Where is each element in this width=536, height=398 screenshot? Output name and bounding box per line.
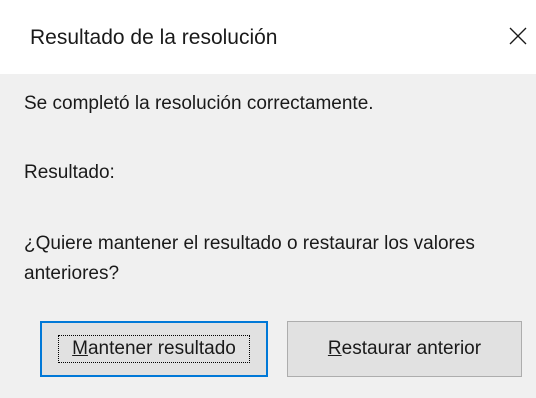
question-text: ¿Quiere mantener el resultado o restaura… [24, 233, 475, 284]
result-label: Resultado: [24, 162, 115, 183]
keep-result-button[interactable]: Mantener resultado [40, 321, 268, 377]
focus-ring [58, 335, 250, 363]
restore-label: estaurar anterior [341, 338, 482, 359]
close-icon [509, 27, 527, 45]
dialog-content: Se completó la resolución correctamente.… [0, 74, 536, 398]
dialog-title: Resultado de la resolución [30, 26, 278, 49]
solve-result-dialog: Resultado de la resolución Se completó l… [0, 0, 536, 398]
restore-previous-button[interactable]: Restaurar anterior [287, 321, 522, 377]
success-message: Se completó la resolución correctamente. [24, 93, 374, 114]
close-button[interactable] [500, 18, 536, 54]
title-bar: Resultado de la resolución [0, 0, 536, 74]
restore-mnemonic: R [327, 338, 342, 359]
